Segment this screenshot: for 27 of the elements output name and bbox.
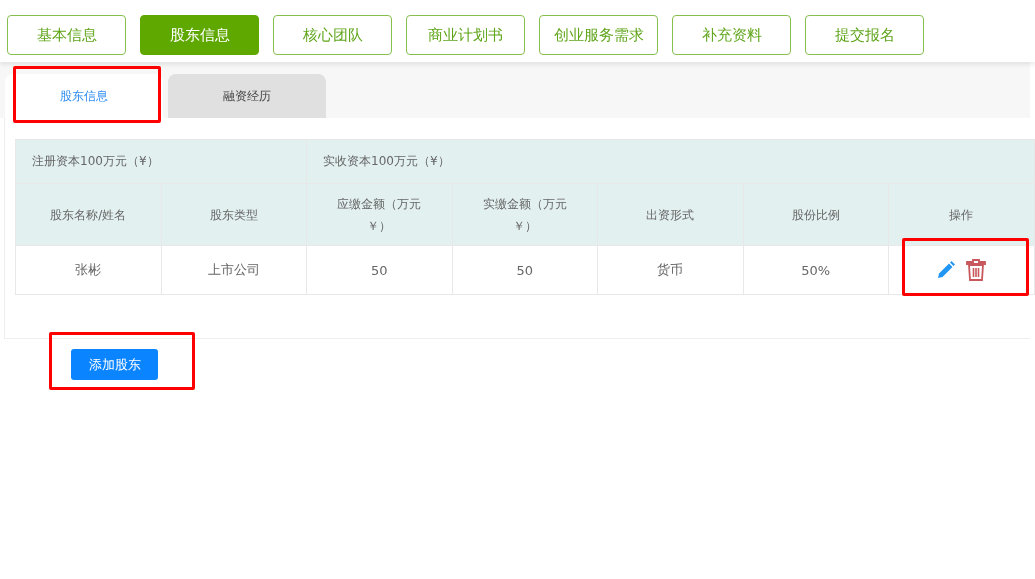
step-tab[interactable]: 商业计划书 <box>406 15 525 55</box>
step-tab[interactable]: 补充资料 <box>672 15 791 55</box>
add-shareholder-button[interactable]: 添加股东 <box>71 349 158 380</box>
table-cell: 50 <box>452 245 598 295</box>
step-tab[interactable]: 股东信息 <box>140 15 259 55</box>
column-header: 股东名称/姓名 <box>15 183 161 246</box>
column-header: 股东类型 <box>161 183 307 246</box>
sub-tab[interactable]: 股东信息 <box>5 74 163 118</box>
table-cell: 货币 <box>597 245 743 295</box>
table-cell: 张彬 <box>15 245 161 295</box>
table-cell: 50 <box>306 245 452 295</box>
column-header: 操作 <box>888 183 1035 246</box>
delete-icon[interactable] <box>966 259 987 281</box>
table-cell: 上市公司 <box>161 245 307 295</box>
column-header: 应缴金额（万元￥） <box>306 183 452 246</box>
column-header: 实缴金额（万元￥） <box>452 183 598 246</box>
column-header: 股份比例 <box>743 183 889 246</box>
capital-cell: 注册资本100万元（¥） <box>15 139 307 184</box>
step-tab[interactable]: 创业服务需求 <box>539 15 658 55</box>
edit-icon[interactable] <box>936 260 957 280</box>
step-tab[interactable]: 提交报名 <box>805 15 924 55</box>
column-header: 出资形式 <box>597 183 743 246</box>
capital-cell: 实收资本100万元（¥） <box>306 139 1035 184</box>
step-tab[interactable]: 核心团队 <box>273 15 392 55</box>
table-cell: 50% <box>743 245 889 295</box>
sub-tab[interactable]: 融资经历 <box>168 74 326 118</box>
step-tab[interactable]: 基本信息 <box>7 15 126 55</box>
